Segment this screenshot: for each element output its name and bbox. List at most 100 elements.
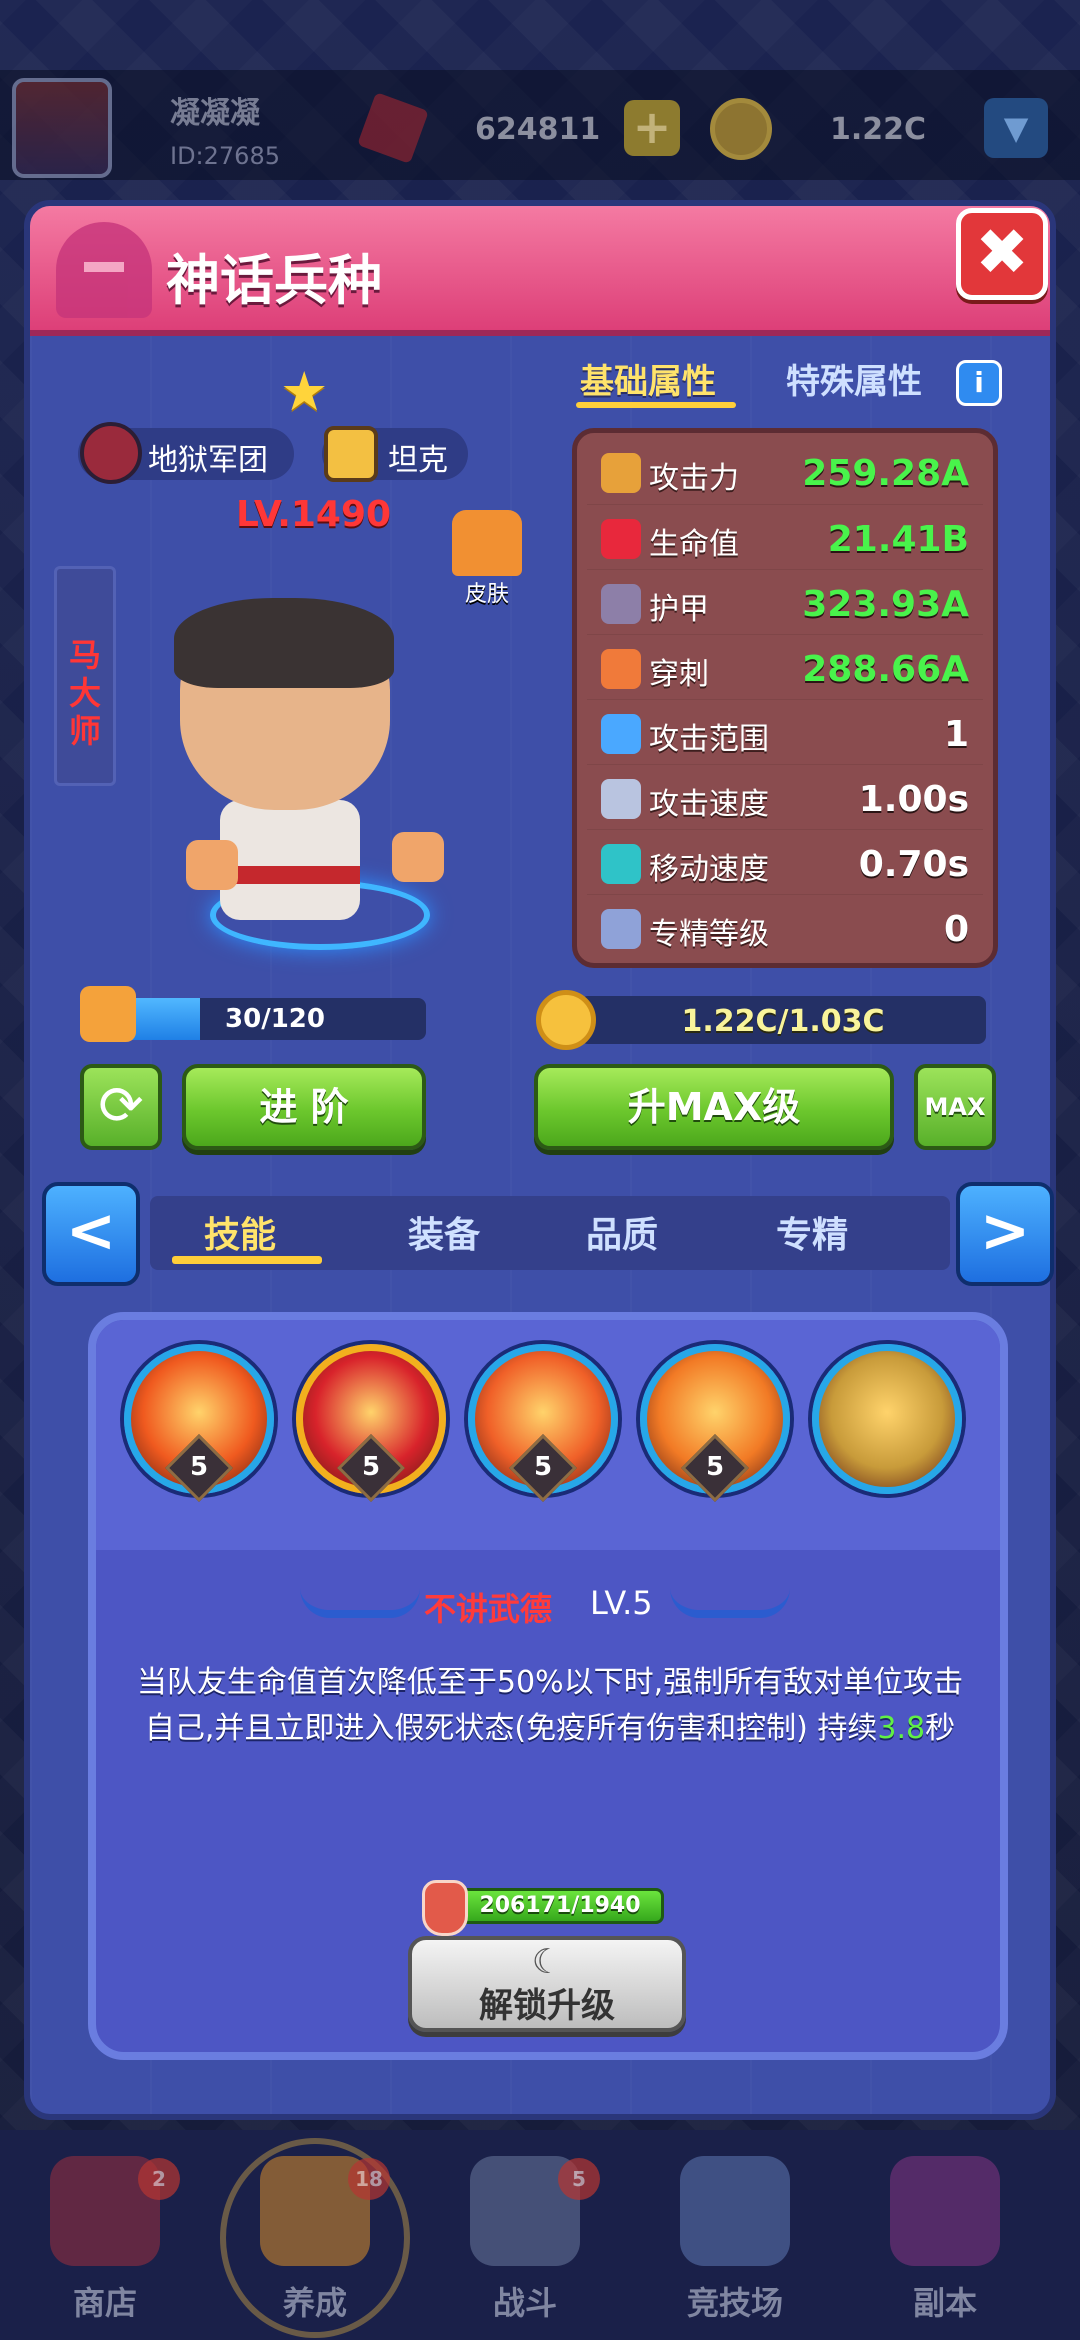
modal-header: 神话兵种 [30,206,1050,336]
bat-icon [80,422,142,484]
user-id: ID:27685 [170,142,280,170]
stat-row: 生命值 21.41B [587,504,983,569]
attack-speed-icon [601,779,641,819]
heart-icon [601,519,641,559]
stat-row: 护甲 323.93A [587,569,983,634]
stat-row: 移动速度 0.70s [587,829,983,894]
potion-progress: 206171/1940 [456,1888,664,1924]
tab-equipment[interactable]: 装备 [408,1206,480,1258]
skill-level-text: 5 [361,1452,381,1482]
avatar[interactable] [12,78,112,178]
hero-hair [174,598,394,688]
hero-name: 马大师 [68,636,101,750]
skill-duration-unit: 秒 [925,1711,956,1746]
tab-skills[interactable]: 技能 [204,1206,276,1258]
gem-count: 624811 [475,112,601,147]
advance-button[interactable]: 进 阶 [182,1064,426,1150]
right-swirl-decoration [670,1588,790,1618]
nav-badge: 2 [138,2158,180,2200]
bottom-nav-item[interactable]: 商店 2 [20,2148,190,2328]
skill-level-text: 5 [533,1452,553,1482]
coin-count: 1.22C [830,112,927,147]
left-swirl-decoration [300,1588,420,1618]
coin-cost-text: 1.22C/1.03C [681,1004,885,1039]
modal-title: 神话兵种 [166,249,382,312]
nav-label: 商店 [72,2284,137,2322]
stat-value: 0 [943,909,969,950]
nav-icon [890,2156,1000,2266]
tab-mastery[interactable]: 专精 [776,1206,848,1258]
tab-basic-attributes[interactable]: 基础属性 [580,354,716,403]
tab-special-attributes[interactable]: 特殊属性 [786,354,922,403]
nav-badge: 5 [558,2158,600,2200]
unlock-upgrade-button[interactable]: ☾ 解锁升级 [408,1936,686,2032]
skill-level-text: 5 [705,1452,725,1482]
skin-label: 皮肤 [464,582,509,607]
prev-tab-button[interactable]: < [42,1182,140,1286]
max-button[interactable]: MAX [914,1064,996,1150]
skill-duration: 3.8 [877,1711,926,1746]
info-button[interactable]: i [956,360,1002,406]
nav-label: 养成 [282,2284,347,2322]
hero-belt [220,866,360,884]
coin-icon [710,98,772,160]
stat-value: 1 [943,714,969,755]
armor-icon [601,584,641,624]
stat-label: 护甲 [649,592,709,627]
skill-level: LV.5 [590,1584,653,1622]
nav-icon [680,2156,790,2266]
pierce-icon [601,649,641,689]
refresh-button[interactable] [80,1064,162,1150]
stat-value: 259.28A [802,453,969,494]
stat-label: 专精等级 [649,917,769,952]
stat-label: 穿刺 [649,657,709,692]
stat-row: 攻击力 259.28A [587,439,983,504]
helmet-icon [56,222,152,318]
stat-label: 生命值 [649,527,739,562]
skill-level-text: 5 [189,1452,209,1482]
mastery-icon [601,909,641,949]
nav-label: 竞技场 [686,2284,783,2322]
sword-icon [601,453,641,493]
bottom-nav-item[interactable]: 养成 18 [230,2148,400,2328]
stat-value: 323.93A [802,584,969,625]
stat-label: 移动速度 [649,852,769,887]
hero-level: LV.1490 [236,494,392,535]
bottom-nav-item[interactable]: 战斗 5 [440,2148,610,2328]
tab-skills-underline [172,1256,322,1264]
shield-icon [324,426,378,482]
stat-row: 专精等级 0 [587,894,983,959]
add-gems-button[interactable]: + [624,100,680,156]
stat-row: 攻击范围 1 [587,699,983,764]
upgrade-max-level-button[interactable]: 升MAX级 [534,1064,894,1150]
potion-icon [422,1880,468,1936]
skill-description-line-1: 当队友生命值首次降低至于50%以下时,强制所有敌对单位攻击 [136,1665,964,1700]
left-fist [186,840,238,890]
skin-button[interactable]: 皮肤 [440,510,534,610]
hero-body [220,800,360,920]
username: 凝凝凝 [170,96,260,131]
bottom-nav-item[interactable]: 竞技场 [650,2148,820,2328]
close-button[interactable]: ✖ [956,208,1048,300]
stats-panel: 攻击力 259.28A 生命值 21.41B 护甲 323.93A 穿刺 288.66A 攻击范… [572,428,998,968]
shard-progress-text: 30/120 [225,1004,325,1034]
skill-icon[interactable] [812,1344,962,1494]
tab-quality[interactable]: 品质 [586,1206,658,1258]
bottom-nav-item[interactable]: 副本 [860,2148,1030,2328]
stat-value: 21.41B [827,519,969,560]
stat-value: 1.00s [858,779,969,820]
tab-underline [576,402,736,408]
skill-description-line-2-text: 自己,并且立即进入假死状态(免疫所有伤害和控制) 持续 [144,1711,878,1746]
role-label: 坦克 [388,443,448,478]
stat-value: 0.70s [858,844,969,885]
stat-label: 攻击范围 [649,722,769,757]
nav-badge: 18 [348,2158,390,2200]
skill-description: 当队友生命值首次降低至于50%以下时,强制所有敌对单位攻击 自己,并且立即进入假… [110,1660,990,1752]
dropdown-button[interactable]: ▼ [984,98,1048,158]
stat-value: 288.66A [802,649,969,690]
moon-icon: ☾ [531,1942,563,1982]
nav-label: 战斗 [492,2284,557,2322]
next-tab-button[interactable]: > [956,1182,1054,1286]
stat-row: 攻击速度 1.00s [587,764,983,829]
stat-row: 穿刺 288.66A [587,634,983,699]
